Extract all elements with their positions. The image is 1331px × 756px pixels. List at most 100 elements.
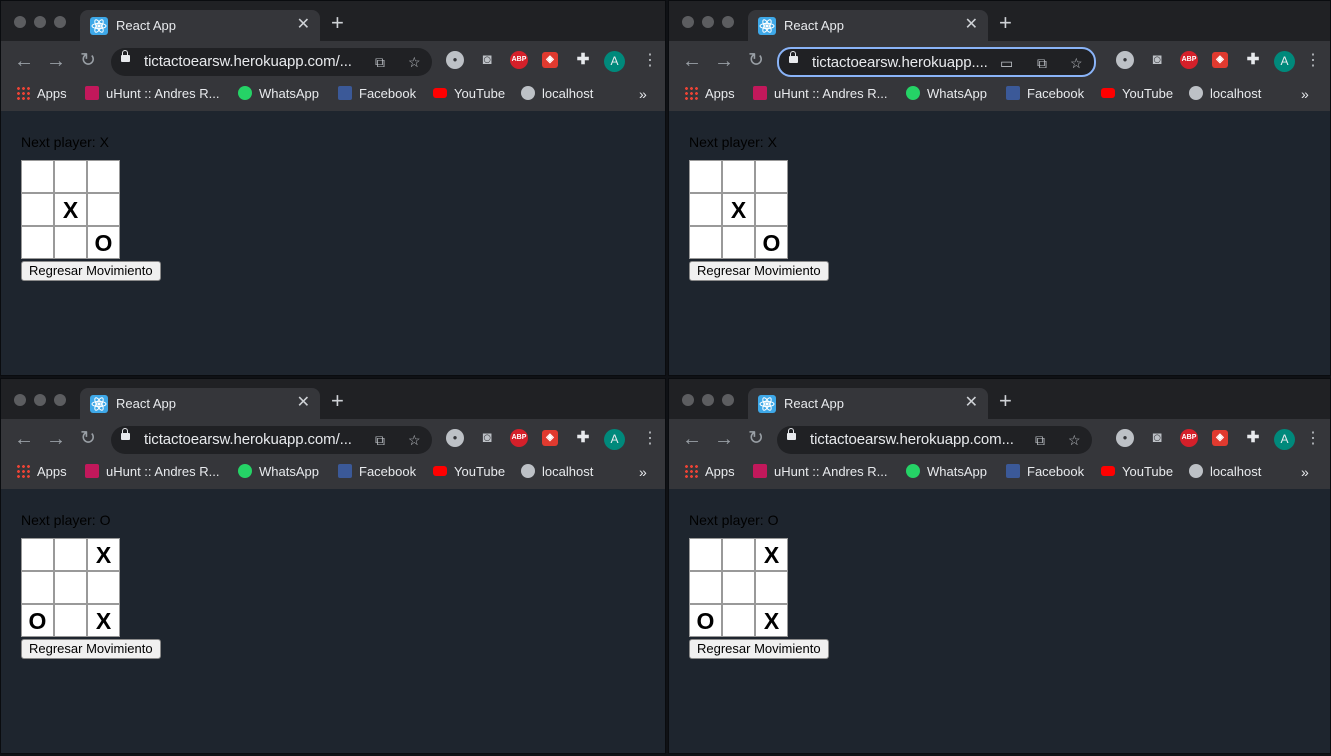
- bookmark-apps[interactable]: Apps: [16, 86, 67, 104]
- maximize-window-button[interactable]: [722, 394, 734, 406]
- camera-extension-icon[interactable]: ◙: [1148, 51, 1166, 69]
- board-square[interactable]: [755, 193, 788, 226]
- bookmark-apps[interactable]: Apps: [684, 464, 735, 482]
- minimize-window-button[interactable]: [34, 394, 46, 406]
- profile-avatar[interactable]: A: [604, 51, 625, 72]
- kebab-menu-icon[interactable]: ⋮: [1305, 51, 1321, 71]
- discord-extension-icon[interactable]: ●: [446, 51, 464, 69]
- bookmark-apps[interactable]: Apps: [684, 86, 735, 104]
- translate-icon[interactable]: ⧉: [1037, 54, 1047, 72]
- bookmark-uhunt[interactable]: uHunt :: Andres R...: [753, 86, 887, 104]
- bookmark-facebook[interactable]: Facebook: [1006, 464, 1084, 482]
- board-square[interactable]: [689, 226, 722, 259]
- translate-icon[interactable]: ⧉: [1035, 431, 1045, 449]
- board-square[interactable]: [722, 160, 755, 193]
- reload-icon[interactable]: ↻: [77, 50, 99, 72]
- bookmark-star-icon[interactable]: ☆: [408, 53, 421, 71]
- address-bar[interactable]: tictactoearsw.herokuapp.com/... ⧉ ☆: [111, 426, 432, 454]
- reload-icon[interactable]: ↻: [745, 50, 767, 72]
- bookmark-facebook[interactable]: Facebook: [1006, 86, 1084, 104]
- bookmarks-overflow-icon[interactable]: »: [639, 86, 647, 102]
- extension-icon[interactable]: ◈: [1212, 52, 1228, 68]
- board-square[interactable]: O: [689, 604, 722, 637]
- board-square[interactable]: [722, 604, 755, 637]
- close-tab-icon[interactable]: ✕: [965, 16, 978, 34]
- back-arrow-icon[interactable]: ←: [13, 50, 35, 72]
- bookmark-uhunt[interactable]: uHunt :: Andres R...: [753, 464, 887, 482]
- bookmark-localhost[interactable]: localhost: [1189, 86, 1261, 104]
- bookmark-star-icon[interactable]: ☆: [1068, 431, 1081, 449]
- board-square[interactable]: O: [755, 226, 788, 259]
- board-square[interactable]: [54, 604, 87, 637]
- undo-move-button[interactable]: Regresar Movimiento: [689, 639, 829, 659]
- board-square[interactable]: [21, 193, 54, 226]
- profile-avatar[interactable]: A: [1274, 429, 1295, 450]
- discord-extension-icon[interactable]: ●: [446, 429, 464, 447]
- bookmark-localhost[interactable]: localhost: [521, 86, 593, 104]
- adblock-plus-icon[interactable]: ABP: [510, 51, 528, 69]
- close-window-button[interactable]: [14, 394, 26, 406]
- board-square[interactable]: [87, 160, 120, 193]
- board-square[interactable]: [689, 571, 722, 604]
- undo-move-button[interactable]: Regresar Movimiento: [21, 261, 161, 281]
- board-square[interactable]: X: [755, 538, 788, 571]
- cast-icon[interactable]: ▭: [1000, 54, 1013, 72]
- forward-arrow-icon[interactable]: →: [713, 50, 735, 72]
- bookmark-star-icon[interactable]: ☆: [408, 431, 421, 449]
- bookmarks-overflow-icon[interactable]: »: [1301, 86, 1309, 102]
- board-square[interactable]: O: [21, 604, 54, 637]
- bookmark-localhost[interactable]: localhost: [521, 464, 593, 482]
- extensions-puzzle-icon[interactable]: ✚: [574, 429, 592, 447]
- extensions-puzzle-icon[interactable]: ✚: [574, 51, 592, 69]
- bookmarks-overflow-icon[interactable]: »: [639, 464, 647, 480]
- board-square[interactable]: X: [87, 538, 120, 571]
- bookmark-youtube[interactable]: YouTube: [1101, 86, 1173, 104]
- translate-icon[interactable]: ⧉: [375, 53, 385, 71]
- board-square[interactable]: [722, 226, 755, 259]
- kebab-menu-icon[interactable]: ⋮: [642, 429, 658, 449]
- browser-tab[interactable]: React App ✕: [748, 10, 988, 43]
- new-tab-icon[interactable]: +: [999, 390, 1012, 412]
- maximize-window-button[interactable]: [54, 16, 66, 28]
- browser-tab[interactable]: React App ✕: [80, 388, 320, 421]
- extension-icon[interactable]: ◈: [1212, 430, 1228, 446]
- minimize-window-button[interactable]: [702, 16, 714, 28]
- close-window-button[interactable]: [682, 394, 694, 406]
- bookmark-whatsapp[interactable]: WhatsApp: [906, 86, 987, 104]
- maximize-window-button[interactable]: [54, 394, 66, 406]
- board-square[interactable]: [54, 226, 87, 259]
- close-tab-icon[interactable]: ✕: [297, 16, 310, 34]
- discord-extension-icon[interactable]: ●: [1116, 51, 1134, 69]
- board-square[interactable]: [722, 571, 755, 604]
- reload-icon[interactable]: ↻: [77, 428, 99, 450]
- board-square[interactable]: [54, 538, 87, 571]
- kebab-menu-icon[interactable]: ⋮: [1305, 429, 1321, 449]
- new-tab-icon[interactable]: +: [999, 12, 1012, 34]
- close-tab-icon[interactable]: ✕: [965, 394, 978, 412]
- new-tab-icon[interactable]: +: [331, 12, 344, 34]
- extensions-puzzle-icon[interactable]: ✚: [1244, 51, 1262, 69]
- reload-icon[interactable]: ↻: [745, 428, 767, 450]
- board-square[interactable]: X: [87, 604, 120, 637]
- browser-tab[interactable]: React App ✕: [748, 388, 988, 421]
- undo-move-button[interactable]: Regresar Movimiento: [689, 261, 829, 281]
- close-window-button[interactable]: [14, 16, 26, 28]
- board-square[interactable]: X: [755, 604, 788, 637]
- board-square[interactable]: [21, 160, 54, 193]
- back-arrow-icon[interactable]: ←: [681, 50, 703, 72]
- bookmark-facebook[interactable]: Facebook: [338, 464, 416, 482]
- profile-avatar[interactable]: A: [1274, 51, 1295, 72]
- undo-move-button[interactable]: Regresar Movimiento: [21, 639, 161, 659]
- board-square[interactable]: [755, 160, 788, 193]
- close-window-button[interactable]: [682, 16, 694, 28]
- board-square[interactable]: [722, 538, 755, 571]
- bookmark-uhunt[interactable]: uHunt :: Andres R...: [85, 86, 219, 104]
- adblock-plus-icon[interactable]: ABP: [510, 429, 528, 447]
- board-square[interactable]: X: [54, 193, 87, 226]
- bookmark-whatsapp[interactable]: WhatsApp: [906, 464, 987, 482]
- board-square[interactable]: [689, 193, 722, 226]
- board-square[interactable]: X: [722, 193, 755, 226]
- close-tab-icon[interactable]: ✕: [297, 394, 310, 412]
- board-square[interactable]: O: [87, 226, 120, 259]
- address-bar[interactable]: tictactoearsw.herokuapp.... ▭ ⧉ ☆: [777, 47, 1096, 77]
